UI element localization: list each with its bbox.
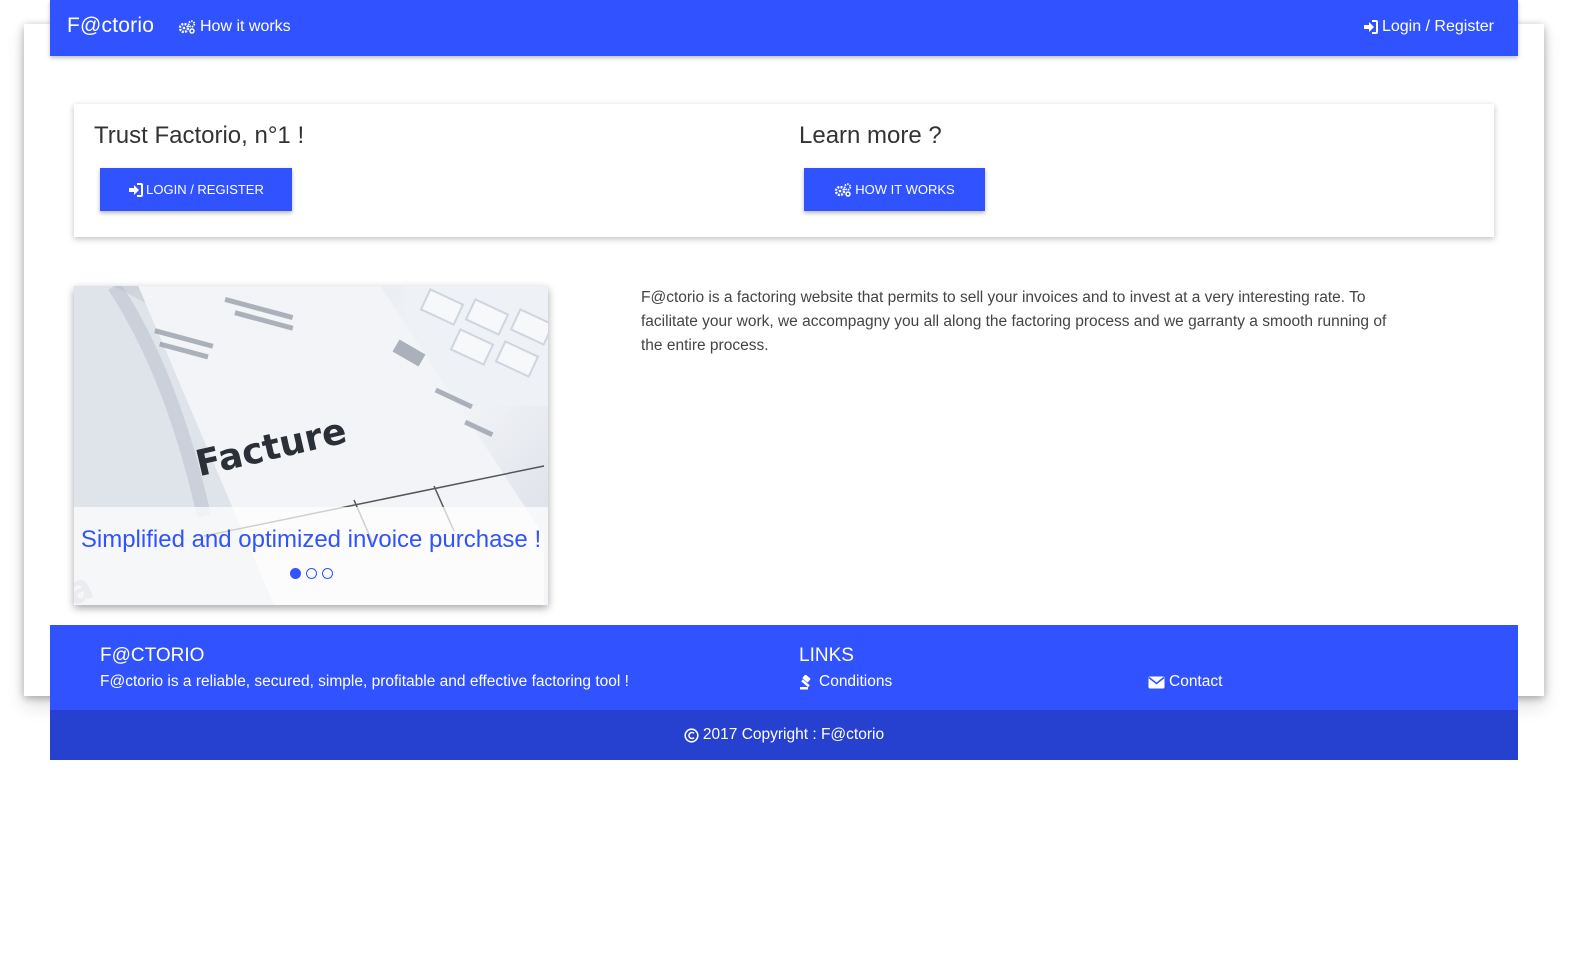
footer-link-conditions-label: Conditions	[819, 673, 893, 690]
nav-login-label: Login / Register	[1381, 18, 1494, 35]
nav-how-label: How it works	[200, 18, 291, 35]
sign-in-icon	[128, 182, 144, 197]
brand-logo[interactable]: F@ctorio	[67, 14, 154, 38]
copyright-icon	[684, 727, 699, 743]
footer-links-title: LINKS	[799, 645, 854, 666]
caption-band	[74, 507, 548, 605]
footer-link-contact[interactable]: Contact	[1148, 673, 1222, 691]
footer-link-conditions[interactable]: Conditions	[799, 673, 892, 691]
gavel-icon	[799, 674, 815, 690]
navbar: F@ctorio How it works Login / Register	[50, 0, 1518, 56]
copyright-text: 2017 Copyright : F@ctorio	[702, 726, 885, 743]
carousel-dot-3[interactable]	[321, 568, 333, 579]
login-register-button[interactable]: LOGIN / REGISTER	[100, 168, 292, 211]
gears-icon	[178, 20, 196, 34]
nav-how-it-works[interactable]: How it works	[178, 18, 291, 36]
carousel-caption: Simplified and optimized invoice purchas…	[80, 526, 542, 553]
footer: F@CTORIO F@ctorio is a reliable, secured…	[50, 625, 1518, 710]
footer-brand-title: F@CTORIO	[100, 645, 205, 666]
hero-left-title: Trust Factorio, n°1 !	[94, 122, 305, 149]
how-it-works-button[interactable]: HOW IT WORKS	[804, 168, 985, 211]
gears-icon	[834, 182, 852, 197]
carousel[interactable]: Facture a Simplified and optimized invoi…	[74, 286, 548, 605]
site-description: F@ctorio is a factoring website that per…	[641, 289, 1387, 354]
carousel-dot-2[interactable]	[305, 568, 317, 579]
how-it-works-button-label: HOW IT WORKS	[855, 182, 955, 197]
envelope-icon	[1148, 676, 1165, 689]
sign-in-icon	[1363, 20, 1378, 34]
login-register-button-label: LOGIN / REGISTER	[146, 182, 264, 197]
hero-right-title: Learn more ?	[799, 122, 942, 149]
carousel-indicators	[74, 568, 548, 579]
hero-card: Trust Factorio, n°1 ! LOGIN / REGISTER L…	[74, 104, 1494, 237]
carousel-dot-1[interactable]	[289, 568, 301, 579]
footer-copyright-bar: 2017 Copyright : F@ctorio	[50, 710, 1518, 760]
nav-login-register[interactable]: Login / Register	[1363, 18, 1494, 36]
footer-tagline: F@ctorio is a reliable, secured, simple,…	[100, 673, 629, 690]
footer-link-contact-label: Contact	[1169, 673, 1223, 690]
